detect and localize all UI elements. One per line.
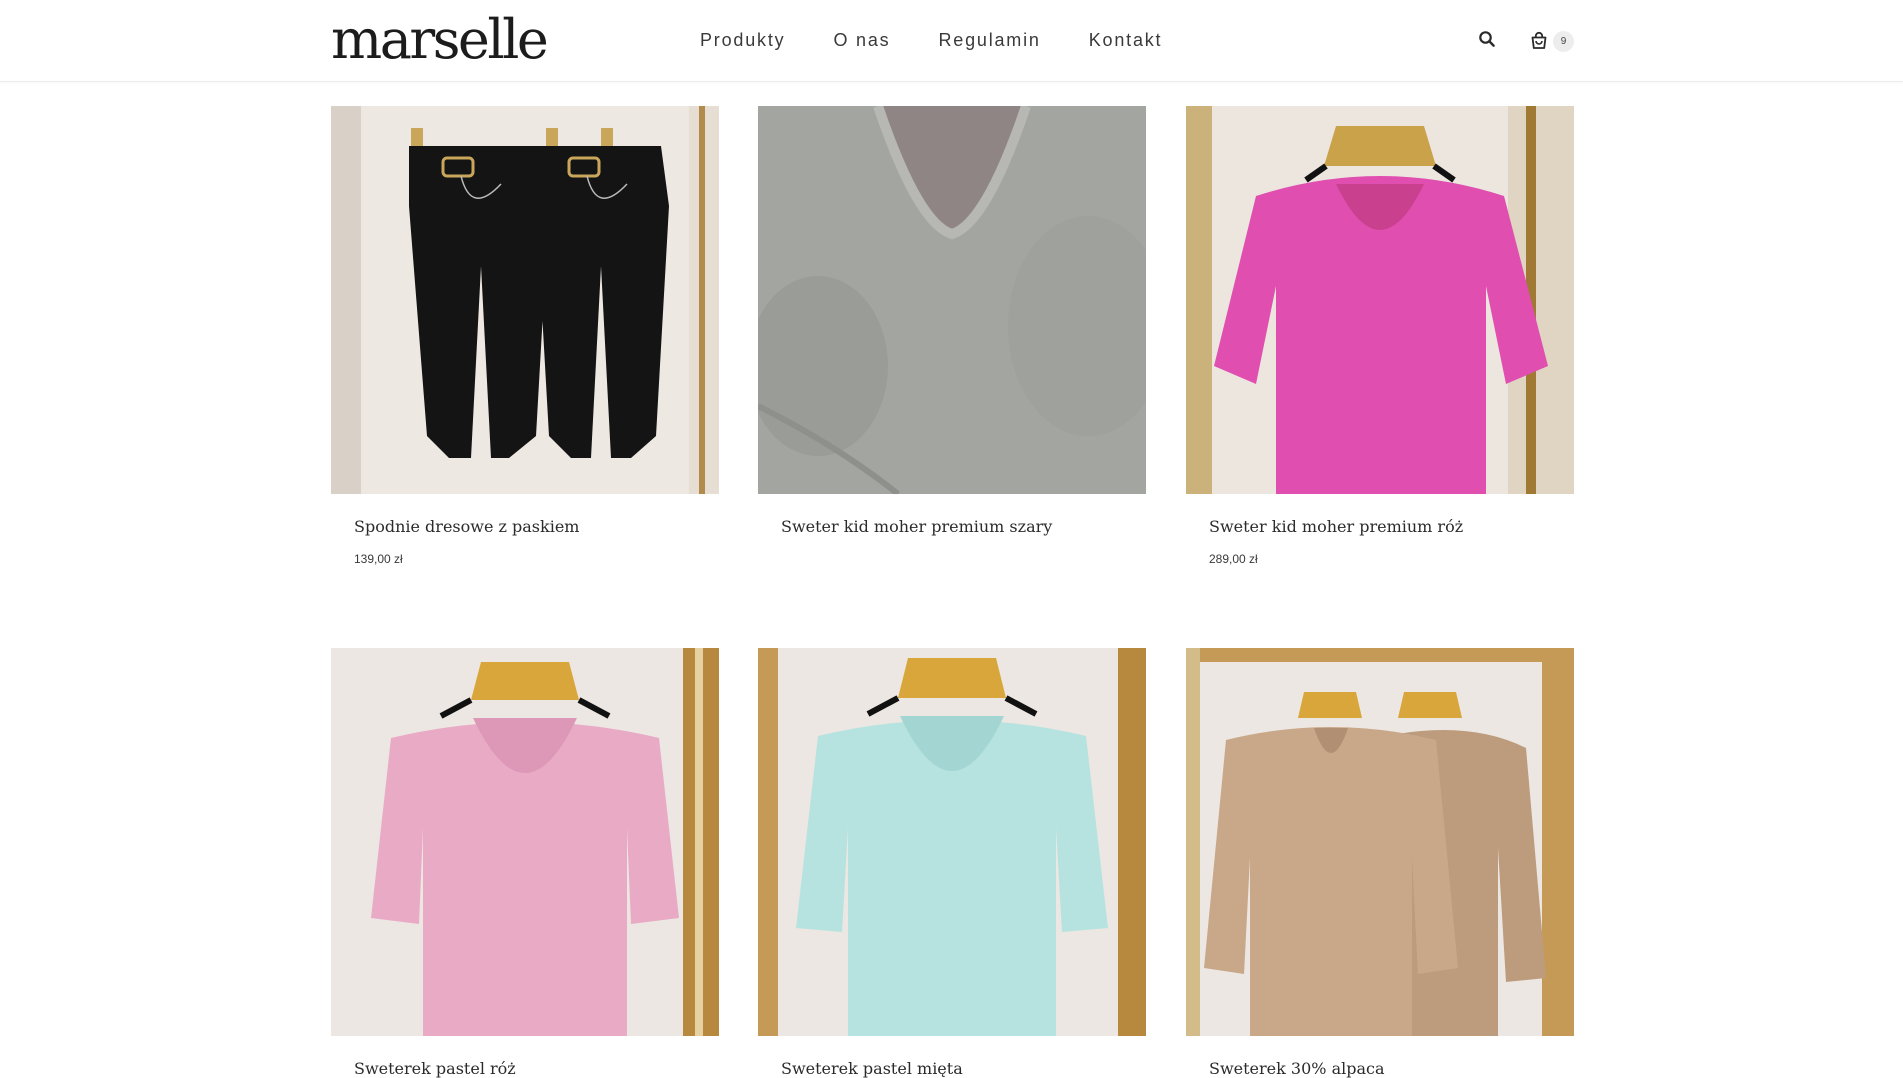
product-card[interactable]: Sweterek 30% alpaca xyxy=(1186,648,1574,1078)
nav-item-produkty[interactable]: Produkty xyxy=(700,30,785,51)
cart-count-badge: 9 xyxy=(1553,30,1574,52)
site-logo[interactable]: marselle xyxy=(331,8,549,72)
product-card[interactable]: Sweter kid moher premium róż 289,00 zł xyxy=(1186,106,1574,566)
shopping-bag-icon xyxy=(1531,31,1547,49)
product-image[interactable] xyxy=(758,106,1146,494)
product-card[interactable]: Sweter kid moher premium szary xyxy=(758,106,1146,536)
search-icon xyxy=(1479,31,1495,47)
nav-item-regulamin[interactable]: Regulamin xyxy=(938,30,1040,51)
product-image[interactable] xyxy=(1186,106,1574,494)
nav-item-o-nas[interactable]: O nas xyxy=(833,30,890,51)
product-title[interactable]: Sweter kid moher premium róż xyxy=(1209,517,1463,536)
product-image[interactable] xyxy=(1186,648,1574,1036)
product-card[interactable]: Sweterek pastel mięta xyxy=(758,648,1146,1078)
cart-button[interactable]: 9 xyxy=(1529,30,1574,52)
product-card[interactable]: Sweterek pastel róż xyxy=(331,648,719,1078)
product-title[interactable]: Sweterek 30% alpaca xyxy=(1209,1059,1385,1078)
search-button[interactable] xyxy=(1478,30,1498,50)
product-title[interactable]: Sweter kid moher premium szary xyxy=(781,517,1052,536)
product-title[interactable]: Sweterek pastel róż xyxy=(354,1059,516,1078)
product-image[interactable] xyxy=(758,648,1146,1036)
product-price: 139,00 zł xyxy=(354,552,403,566)
site-header: marselle Produkty O nas Regulamin Kontak… xyxy=(0,0,1903,82)
product-title[interactable]: Sweterek pastel mięta xyxy=(781,1059,963,1078)
main-nav: Produkty O nas Regulamin Kontakt xyxy=(700,0,1162,81)
nav-item-kontakt[interactable]: Kontakt xyxy=(1089,30,1163,51)
product-card[interactable]: Spodnie dresowe z paskiem 139,00 zł xyxy=(331,106,719,566)
product-title[interactable]: Spodnie dresowe z paskiem xyxy=(354,517,579,536)
product-image[interactable] xyxy=(331,648,719,1036)
product-image[interactable] xyxy=(331,106,719,494)
product-price: 289,00 zł xyxy=(1209,552,1258,566)
